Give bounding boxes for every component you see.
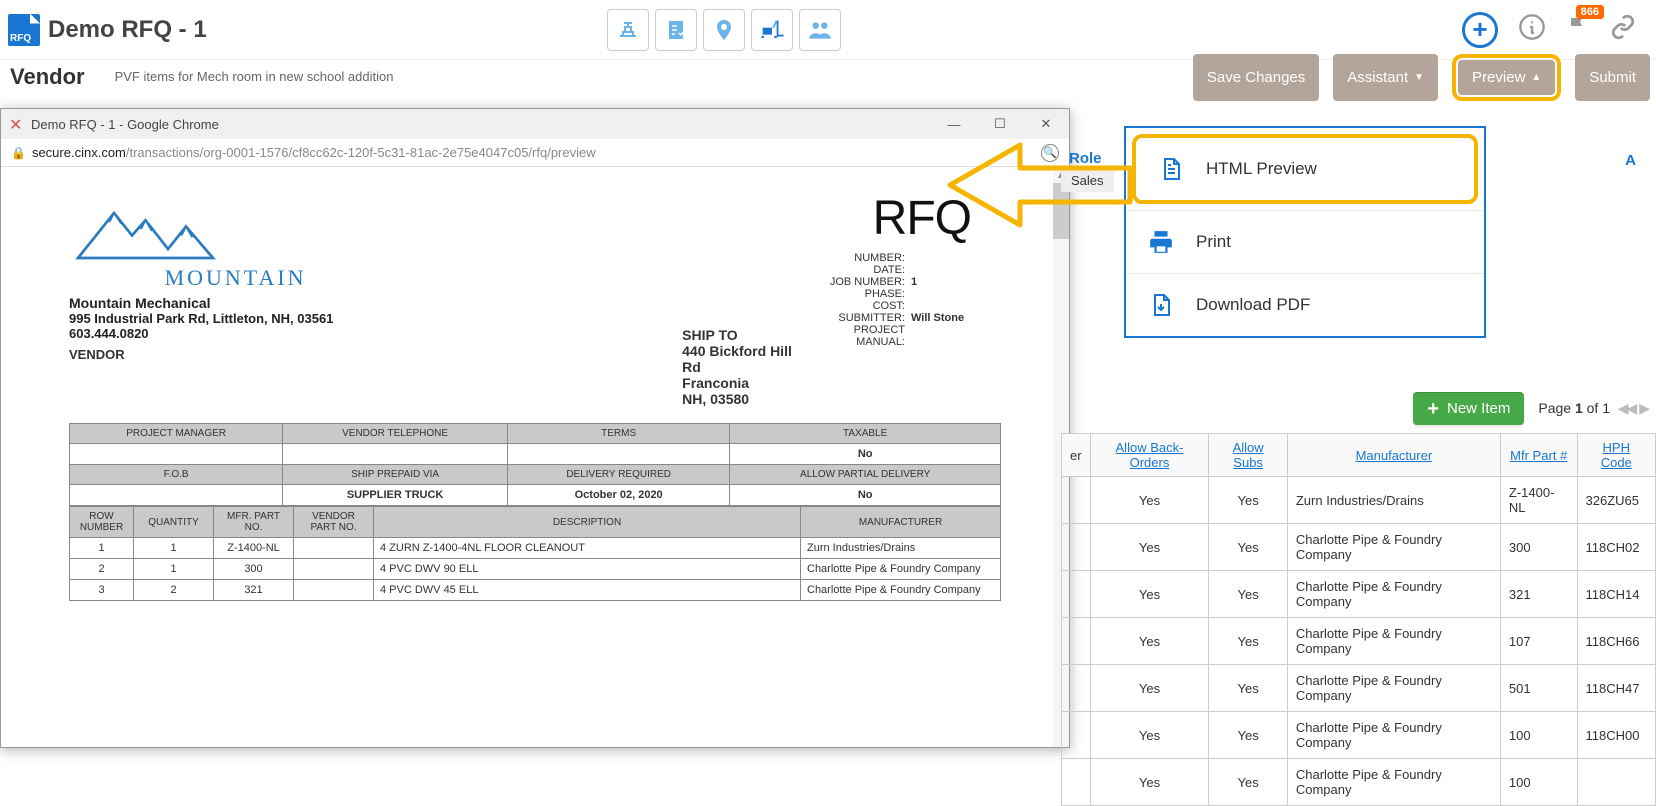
shipto-block: SHIP TO 440 Bickford Hill Rd Franconia N… (682, 321, 809, 407)
mountain-logo-icon (69, 191, 249, 271)
pdf-icon (1148, 292, 1174, 318)
valve-icon[interactable] (607, 9, 649, 51)
table-row[interactable]: YesYesCharlotte Pipe & Foundry Company10… (1062, 712, 1656, 759)
table-row[interactable]: YesYesCharlotte Pipe & Foundry Company32… (1062, 571, 1656, 618)
field-value: 1 (911, 276, 971, 288)
document-header: MOUNTAIN Mountain Mechanical 995 Industr… (9, 181, 1061, 407)
table-row[interactable]: YesYesZurn Industries/DrainsZ-1400-NL326… (1062, 477, 1656, 524)
save-button[interactable]: Save Changes (1193, 54, 1319, 101)
close-icon[interactable]: ✕ (9, 115, 22, 135)
rfq-file-icon: RFQ (8, 14, 40, 46)
flag-icon[interactable]: 866 (1566, 15, 1590, 45)
table-row[interactable]: YesYesCharlotte Pipe & Foundry Company50… (1062, 665, 1656, 712)
checklist-icon[interactable] (655, 9, 697, 51)
terms-table-1: PROJECT MANAGERVENDOR TELEPHONETERMSTAXA… (69, 423, 1001, 506)
dropdown-label: Download PDF (1196, 295, 1310, 315)
url-path: /transactions/org-0001-1576/cf8cc62c-120… (126, 145, 596, 160)
field-label: PROJECT MANUAL: (809, 324, 905, 348)
add-circle-icon[interactable]: + (1462, 12, 1498, 48)
popup-title: Demo RFQ - 1 - Google Chrome (31, 117, 219, 132)
notification-badge: 866 (1576, 5, 1604, 19)
chevron-up-icon: ▲ (1531, 72, 1541, 83)
link-icon[interactable] (1610, 14, 1636, 46)
field-label: SUBMITTER: (838, 312, 905, 324)
field-value: Will Stone (911, 312, 971, 324)
table-row[interactable]: YesYesCharlotte Pipe & Foundry Company30… (1062, 524, 1656, 571)
table-row: 323214 PVC DWV 45 ELLCharlotte Pipe & Fo… (70, 580, 1001, 601)
document-icon (1158, 156, 1184, 182)
grid-toolbar: +New Item Page 1 of 1 ◀◀ ▶ (1061, 392, 1656, 425)
new-item-button[interactable]: +New Item (1413, 392, 1524, 425)
lock-icon: 🔒 (11, 146, 26, 160)
table-row: 213004 PVC DWV 90 ELLCharlotte Pipe & Fo… (70, 559, 1001, 580)
submit-button[interactable]: Submit (1575, 54, 1650, 101)
info-icon[interactable] (1518, 13, 1546, 47)
table-row: 11Z-1400-NL4 ZURN Z-1400-4NL FLOOR CLEAN… (70, 538, 1001, 559)
company-name: Mountain Mechanical (69, 295, 402, 311)
toolbar-icons (607, 9, 841, 51)
line-items-table: ROW NUMBER QUANTITY MFR. PART NO. VENDOR… (69, 506, 1001, 601)
field-label: NUMBER: (854, 252, 905, 264)
browser-popup: ✕ Demo RFQ - 1 - Google Chrome — ☐ ✕ 🔒 s… (0, 108, 1070, 748)
field-label: PHASE: (865, 288, 905, 300)
field-label: COST: (873, 300, 905, 312)
col-subs[interactable]: Allow Subs (1209, 434, 1287, 477)
col-backorders[interactable]: Allow Back-Orders (1090, 434, 1209, 477)
dropdown-download-pdf[interactable]: Download PDF (1126, 273, 1484, 336)
url-host: secure.cinx.com (32, 145, 126, 160)
dropdown-html-preview[interactable]: HTML Preview (1132, 134, 1478, 204)
ship-state: NH, 03580 (682, 391, 809, 407)
dropdown-print[interactable]: Print (1126, 210, 1484, 273)
dropdown-label: HTML Preview (1206, 159, 1317, 179)
team-icon[interactable] (799, 9, 841, 51)
rfq-description: PVF items for Mech room in new school ad… (115, 69, 394, 84)
page-title: Demo RFQ - 1 (48, 16, 207, 44)
header-right: + 866 (1462, 12, 1648, 48)
shipto-label: SHIP TO (682, 327, 809, 343)
col-cut[interactable]: er (1062, 434, 1091, 477)
logo-text: MOUNTAIN (69, 265, 402, 291)
preview-dropdown: HTML Preview Print Download PDF (1124, 126, 1486, 338)
plus-icon: + (1427, 402, 1439, 416)
table-row[interactable]: YesYesCharlotte Pipe & Foundry Company10… (1062, 618, 1656, 665)
ship-city: Franconia (682, 375, 809, 391)
col-manufacturer[interactable]: Manufacturer (1287, 434, 1500, 477)
assistant-button[interactable]: Assistant▼ (1333, 54, 1438, 101)
preview-highlight: Preview▲ (1452, 54, 1561, 101)
pager-next-icon[interactable]: ▶ (1639, 400, 1648, 416)
action-buttons: Save Changes Assistant▼ Preview▲ Submit (1193, 54, 1650, 101)
table-row[interactable]: YesYesCharlotte Pipe & Foundry Company10… (1062, 759, 1656, 806)
field-label: JOB NUMBER: (830, 276, 905, 288)
pager-prev-icon[interactable]: ◀◀ (1618, 400, 1636, 416)
annotation-arrow (930, 130, 1150, 243)
field-label: DATE: (873, 264, 905, 276)
vendor-section-label: VENDOR (69, 347, 402, 362)
chevron-down-icon: ▼ (1414, 72, 1424, 83)
app-header: RFQ Demo RFQ - 1 + 866 (0, 0, 1656, 60)
location-icon[interactable] (703, 9, 745, 51)
printer-icon (1148, 229, 1174, 255)
preview-button[interactable]: Preview▲ (1458, 60, 1555, 95)
dropdown-label: Print (1196, 232, 1231, 252)
col-mfr-part[interactable]: Mfr Part # (1500, 434, 1577, 477)
items-grid: er Allow Back-Orders Allow Subs Manufact… (1061, 433, 1656, 806)
col-hph[interactable]: HPH Code (1577, 434, 1655, 477)
a-column-header[interactable]: A (1617, 150, 1656, 171)
address-bar[interactable]: 🔒 secure.cinx.com/transactions/org-0001-… (1, 139, 1069, 167)
vendor-heading: Vendor (10, 64, 85, 90)
pager: Page 1 of 1 ◀◀ ▶ (1538, 400, 1648, 417)
forklift-icon[interactable] (751, 9, 793, 51)
logo-block: MOUNTAIN Mountain Mechanical 995 Industr… (69, 191, 402, 407)
popup-titlebar: ✕ Demo RFQ - 1 - Google Chrome — ☐ ✕ (1, 109, 1069, 139)
ship-addr: 440 Bickford Hill Rd (682, 343, 809, 375)
company-address: 995 Industrial Park Rd, Littleton, NH, 0… (69, 311, 402, 341)
popup-body: ▲ MOUNTAIN Mountain Mechanical 995 Indus… (1, 167, 1069, 747)
